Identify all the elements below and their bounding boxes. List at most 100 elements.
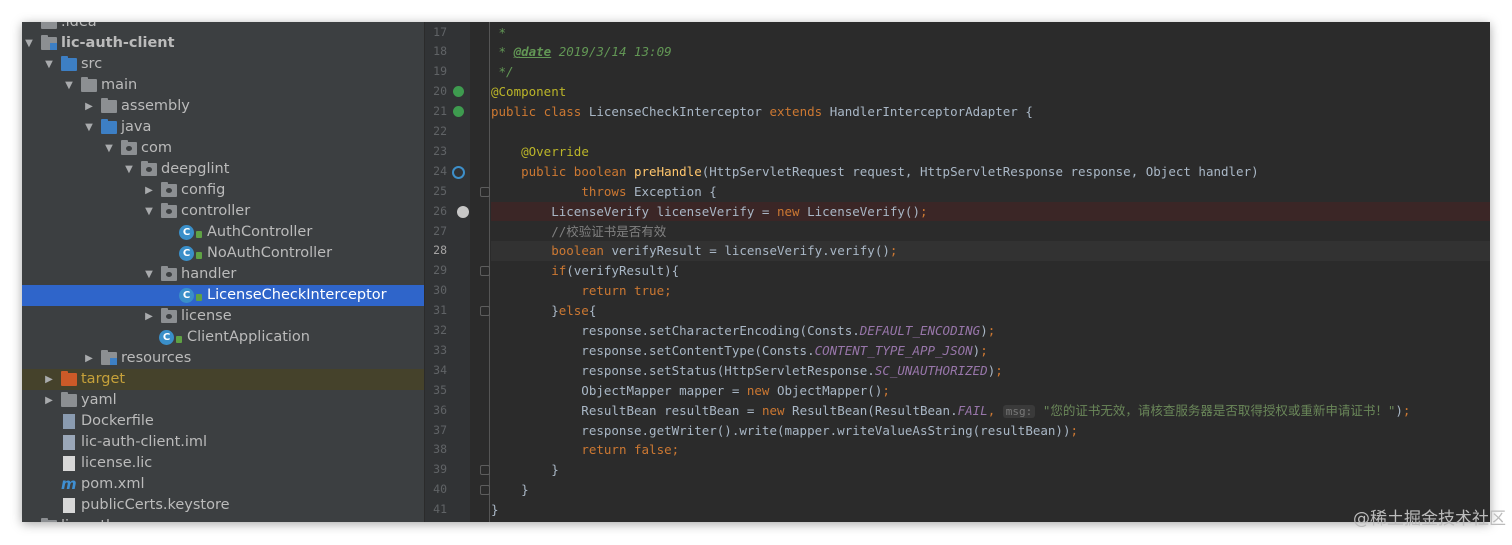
tree-item-resources[interactable]: ▶ resources xyxy=(22,348,424,369)
code-token: new xyxy=(776,203,808,219)
code-line[interactable]: //校验证书是否有效 xyxy=(491,222,666,242)
code-line[interactable]: public boolean preHandle(HttpServletRequ… xyxy=(491,162,1259,182)
code-line[interactable]: * xyxy=(491,23,507,43)
code-line[interactable]: @Override xyxy=(491,142,589,162)
line-number: 26 xyxy=(433,203,447,218)
chevron-right-icon[interactable]: ▶ xyxy=(83,96,95,117)
code-line[interactable]: }else{ xyxy=(491,301,596,321)
code-line[interactable]: response.setStatus(HttpServletResponse.S… xyxy=(491,361,1002,381)
chevron-down-icon[interactable]: ▼ xyxy=(83,117,95,138)
line-number: 25 xyxy=(433,183,447,198)
code-line[interactable]: * @date 2019/3/14 13:09 xyxy=(491,42,672,62)
code-line[interactable]: throws Exception { xyxy=(491,182,716,202)
tree-item-licensecheckinterceptor[interactable]: C LicenseCheckInterceptor xyxy=(22,285,424,306)
code-token: verifyResult = licenseVerify.verify() xyxy=(611,243,890,259)
tree-item-dockerfile[interactable]: Dockerfile xyxy=(22,411,424,432)
code-line[interactable]: return true; xyxy=(491,281,671,301)
chevron-down-icon[interactable]: ▼ xyxy=(143,201,155,222)
lock-icon xyxy=(196,294,202,301)
tree-item-config[interactable]: ▶ config xyxy=(22,180,424,201)
code-token: LicenseCheckInterceptor xyxy=(588,104,770,120)
code-line[interactable]: public class LicenseCheckInterceptor ext… xyxy=(491,102,1033,122)
tree-item-lic-auth-common[interactable]: lic-auth-common xyxy=(22,516,424,522)
tree-item-pom-xml[interactable]: m pom.xml xyxy=(22,474,424,495)
code-token: ; xyxy=(889,243,898,259)
tree-item-label: publicCerts.keystore xyxy=(81,497,230,513)
tree-item-com[interactable]: ▼ com xyxy=(22,138,424,159)
code-line[interactable]: ObjectMapper mapper = new ObjectMapper()… xyxy=(491,381,890,401)
chevron-right-icon[interactable]: ▶ xyxy=(43,369,55,390)
folder-icon xyxy=(101,98,117,113)
code-line[interactable]: LicenseVerify licenseVerify = new Licens… xyxy=(491,202,927,222)
folder-icon xyxy=(61,392,77,407)
tree-item-publiccerts-keystore[interactable]: publicCerts.keystore xyxy=(22,495,424,516)
chevron-right-icon[interactable]: ▶ xyxy=(43,390,55,411)
chevron-down-icon[interactable]: ▼ xyxy=(143,264,155,285)
code-line[interactable]: } xyxy=(491,460,559,480)
tree-item-lic-auth-client[interactable]: ▼ lic-auth-client xyxy=(22,33,424,54)
fold-icon[interactable] xyxy=(480,465,490,476)
chevron-down-icon[interactable]: ▼ xyxy=(63,75,75,96)
tree-item-license[interactable]: ▶ license xyxy=(22,306,424,327)
tree-item-idea[interactable]: .idea xyxy=(22,22,424,33)
chevron-down-icon[interactable]: ▼ xyxy=(123,159,135,180)
line-number: 29 xyxy=(433,263,447,278)
override-icon[interactable] xyxy=(452,165,465,179)
tree-item-target[interactable]: ▶ target xyxy=(22,369,424,390)
breakpoint-icon[interactable] xyxy=(457,205,469,218)
fold-icon[interactable] xyxy=(480,186,490,197)
chevron-down-icon[interactable]: ▼ xyxy=(43,54,55,75)
tree-item-label: assembly xyxy=(121,98,190,114)
folder-icon xyxy=(81,77,97,92)
code-line[interactable]: boolean verifyResult = licenseVerify.ver… xyxy=(491,241,897,261)
chevron-right-icon[interactable]: ▶ xyxy=(143,306,155,327)
tree-item-label: main xyxy=(101,77,138,93)
code-token: new xyxy=(761,402,793,418)
project-tree[interactable]: .idea ▼ lic-auth-client ▼ src ▼ main ▶ assembly ▼… xyxy=(22,22,424,522)
tree-item-license-lic[interactable]: license.lic xyxy=(22,453,424,474)
tree-item-deepglint[interactable]: ▼ deepglint xyxy=(22,159,424,180)
tree-item-label: AuthController xyxy=(207,224,313,240)
code-line[interactable]: } xyxy=(491,500,499,520)
tree-item-assembly[interactable]: ▶ assembly xyxy=(22,96,424,117)
tree-item-controller[interactable]: ▼ controller xyxy=(22,201,424,222)
code-line[interactable]: if(verifyResult){ xyxy=(491,261,679,281)
tree-item-main[interactable]: ▼ main xyxy=(22,75,424,96)
tree-item-yaml[interactable]: ▶ yaml xyxy=(22,390,424,411)
tree-item-src[interactable]: ▼ src xyxy=(22,54,424,75)
code-token: response.setContentType(Consts. xyxy=(491,342,815,358)
code-line[interactable]: ResultBean resultBean = new ResultBean(R… xyxy=(491,401,1410,421)
fold-icon[interactable] xyxy=(480,266,490,277)
code-token: public boolean xyxy=(521,163,634,179)
code-line[interactable]: response.getWriter().write(mapper.writeV… xyxy=(491,421,1078,441)
tree-item-java[interactable]: ▼ java xyxy=(22,117,424,138)
code-token: @Override xyxy=(521,143,589,159)
chevron-right-icon[interactable]: ▶ xyxy=(143,180,155,201)
tree-item-authcontroller[interactable]: C AuthController xyxy=(22,222,424,243)
code-token: response.setCharacterEncoding(Consts. xyxy=(491,323,860,338)
chevron-right-icon[interactable]: ▶ xyxy=(83,348,95,369)
tree-item-handler[interactable]: ▼ handler xyxy=(22,264,424,285)
chevron-down-icon[interactable]: ▼ xyxy=(23,33,35,54)
tree-item-clientapplication[interactable]: C ClientApplication xyxy=(22,327,424,348)
fold-icon[interactable] xyxy=(480,306,490,317)
chevron-down-icon[interactable]: ▼ xyxy=(103,138,115,159)
tree-item-noauthcontroller[interactable]: C NoAuthController xyxy=(22,243,424,264)
code-line[interactable]: response.setContentType(Consts.CONTENT_T… xyxy=(491,341,987,361)
fold-icon[interactable] xyxy=(480,485,490,496)
tree-item-lic-auth-client-iml[interactable]: lic-auth-client.iml xyxy=(22,432,424,453)
code-line[interactable]: */ xyxy=(491,62,514,82)
folder-icon xyxy=(41,35,57,50)
code-line[interactable]: @Component xyxy=(491,82,566,102)
code-token: (HttpServletRequest request, HttpServlet… xyxy=(701,163,1259,179)
tree-item-label: java xyxy=(121,119,152,135)
code-line[interactable]: return false; xyxy=(491,440,679,460)
code-line[interactable]: response.setCharacterEncoding(Consts.DEF… xyxy=(491,321,995,341)
folder-icon xyxy=(161,203,177,218)
code-token: * xyxy=(491,24,507,40)
code-token: ; xyxy=(882,382,890,398)
code-line[interactable]: } xyxy=(491,480,529,500)
